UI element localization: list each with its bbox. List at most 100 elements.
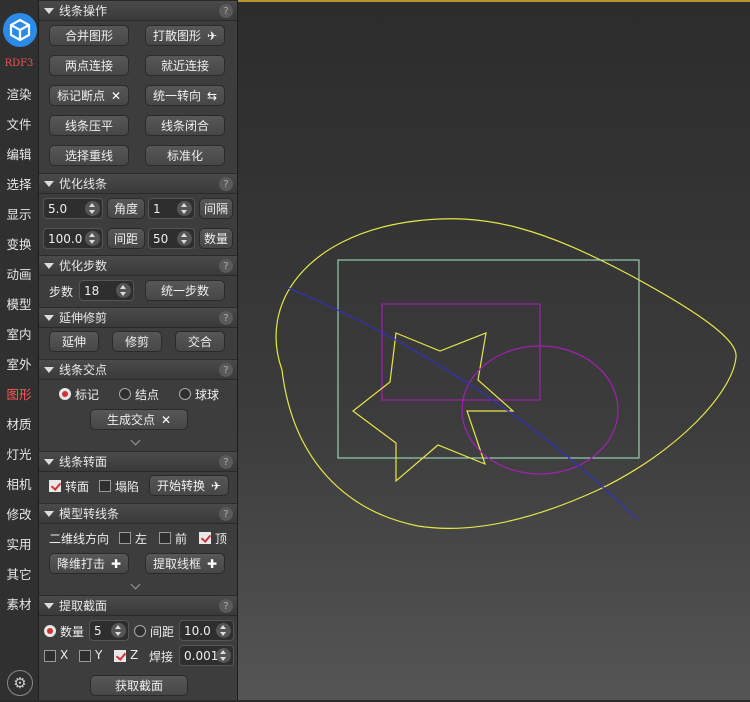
section-header-line-to-face[interactable]: 线条转面 ? xyxy=(39,451,237,472)
nav-item[interactable]: 文件 xyxy=(0,108,38,138)
help-icon[interactable]: ? xyxy=(219,507,233,521)
cube-logo-icon xyxy=(9,18,31,42)
help-icon[interactable]: ? xyxy=(219,599,233,613)
nav-item[interactable]: 图形 xyxy=(0,378,38,408)
top-checkbox[interactable] xyxy=(199,532,211,544)
section-header-extract-section[interactable]: 提取截面 ? xyxy=(39,595,237,616)
section-header-intersections[interactable]: 线条交点 ? xyxy=(39,359,237,380)
spacing-button[interactable]: 间距 xyxy=(107,228,145,249)
app-logo[interactable] xyxy=(3,13,37,47)
nav-item[interactable]: 显示 xyxy=(0,198,38,228)
nav-item[interactable]: 变换 xyxy=(0,228,38,258)
interval-value-input[interactable]: 1 xyxy=(148,198,195,219)
help-icon[interactable]: ? xyxy=(219,455,233,469)
close-lines-button[interactable]: 线条闭合 xyxy=(145,115,225,136)
section-header-optimize-line[interactable]: 优化线条 ? xyxy=(39,173,237,194)
expand-chevron-icon[interactable] xyxy=(132,437,142,443)
extract-wireframe-button[interactable]: 提取线框 ✚ xyxy=(145,553,225,574)
nav-item[interactable]: 室外 xyxy=(0,348,38,378)
connect-two-points-button[interactable]: 两点连接 xyxy=(49,55,129,76)
collapse-triangle-icon xyxy=(44,7,54,14)
section-header-optimize-steps[interactable]: 优化步数 ? xyxy=(39,255,237,276)
nav-item[interactable]: 材质 xyxy=(0,408,38,438)
viewport[interactable] xyxy=(238,0,750,700)
explode-shapes-button[interactable]: 打散图形 ✈ xyxy=(145,25,225,46)
start-convert-button[interactable]: 开始转换 ✈ xyxy=(149,475,229,496)
section-count-input[interactable]: 5 xyxy=(89,620,129,641)
normalize-button[interactable]: 标准化 xyxy=(145,145,225,166)
nav-item[interactable]: 选择 xyxy=(0,168,38,198)
node-radio[interactable] xyxy=(119,388,131,400)
get-section-button[interactable]: 获取截面 xyxy=(90,675,188,696)
help-icon[interactable]: ? xyxy=(219,311,233,325)
steps-value-input[interactable]: 18 xyxy=(79,280,134,301)
top-label: 顶 xyxy=(215,532,228,546)
unify-direction-button[interactable]: 统一转向 ⇆ xyxy=(145,85,225,106)
extend-button[interactable]: 延伸 xyxy=(49,331,99,352)
nav-item[interactable]: 相机 xyxy=(0,468,38,498)
nav-item[interactable]: 动画 xyxy=(0,258,38,288)
spinner-arrows-icon[interactable] xyxy=(177,201,192,216)
select-duplicate-lines-button[interactable]: 选择重线 xyxy=(49,145,129,166)
merge-shapes-button[interactable]: 合并图形 xyxy=(49,25,129,46)
section-spacing-input[interactable]: 10.0 xyxy=(179,620,234,641)
front-checkbox[interactable] xyxy=(159,532,171,544)
weld-value-input[interactable]: 0.001 xyxy=(179,645,234,666)
help-icon[interactable]: ? xyxy=(219,363,233,377)
spinner-arrows-icon[interactable] xyxy=(177,231,192,246)
left-checkbox[interactable] xyxy=(119,532,131,544)
inner-rectangle[interactable] xyxy=(381,303,541,401)
spinner-arrows-icon[interactable] xyxy=(116,283,131,298)
section-header-line-ops[interactable]: 线条操作 ? xyxy=(39,0,237,21)
section-header-model-to-line[interactable]: 模型转线条 ? xyxy=(39,503,237,524)
nav-item[interactable]: 其它 xyxy=(0,558,38,588)
help-icon[interactable]: ? xyxy=(219,259,233,273)
nav-item[interactable]: 室内 xyxy=(0,318,38,348)
spinner-arrows-icon[interactable] xyxy=(216,648,231,663)
connect-nearest-button[interactable]: 就近连接 xyxy=(145,55,225,76)
spinner-arrows-icon[interactable] xyxy=(85,201,100,216)
z-checkbox[interactable] xyxy=(114,650,126,662)
nav-item[interactable]: 模型 xyxy=(0,288,38,318)
expand-chevron-icon[interactable] xyxy=(132,581,142,587)
spacing-value-input[interactable]: 100.0 xyxy=(43,228,103,249)
collapse-checkbox[interactable] xyxy=(99,480,111,492)
help-icon[interactable]: ? xyxy=(219,4,233,18)
nav-item[interactable]: 素材 xyxy=(0,588,38,618)
spacing-radio[interactable] xyxy=(134,625,146,637)
nav-item[interactable]: 灯光 xyxy=(0,438,38,468)
egg-shape[interactable] xyxy=(275,218,737,529)
nav-item[interactable]: 编辑 xyxy=(0,138,38,168)
face-checkbox[interactable] xyxy=(49,480,61,492)
trim-button[interactable]: 修剪 xyxy=(112,331,162,352)
angle-value-input[interactable]: 5.0 xyxy=(43,198,103,219)
count-button[interactable]: 数量 xyxy=(199,228,233,249)
section-header-extend-trim[interactable]: 延伸修剪 ? xyxy=(39,307,237,328)
interval-button[interactable]: 间隔 xyxy=(199,198,233,219)
plus-icon: ✚ xyxy=(206,556,218,571)
nav-item[interactable]: 修改 xyxy=(0,498,38,528)
viewport-canvas[interactable] xyxy=(238,2,750,702)
reduce-dimension-button[interactable]: 降维打击 ✚ xyxy=(49,553,129,574)
count-radio[interactable] xyxy=(44,625,56,637)
generate-intersections-button[interactable]: 生成交点 ✕ xyxy=(90,409,188,430)
help-icon[interactable]: ? xyxy=(219,177,233,191)
spinner-arrows-icon[interactable] xyxy=(111,623,126,638)
flatten-lines-button[interactable]: 线条压平 xyxy=(49,115,129,136)
angle-button[interactable]: 角度 xyxy=(107,198,145,219)
unify-steps-button[interactable]: 统一步数 xyxy=(145,280,225,301)
x-checkbox[interactable] xyxy=(44,650,56,662)
outer-rectangle[interactable] xyxy=(337,259,640,459)
nav-item[interactable]: 渲染 xyxy=(0,78,38,108)
settings-gear-icon[interactable]: ⚙ xyxy=(7,670,33,696)
mark-breakpoints-button[interactable]: 标记断点 ✕ xyxy=(49,85,129,106)
nav-item[interactable]: 实用 xyxy=(0,528,38,558)
spinner-arrows-icon[interactable] xyxy=(216,623,231,638)
ball-radio[interactable] xyxy=(179,388,191,400)
spinner-arrows-icon[interactable] xyxy=(85,231,100,246)
intersect-button[interactable]: 交合 xyxy=(175,331,225,352)
y-checkbox[interactable] xyxy=(79,650,91,662)
count-value-input[interactable]: 50 xyxy=(148,228,195,249)
mark-radio[interactable] xyxy=(59,388,71,400)
collapse-triangle-icon xyxy=(44,602,54,609)
